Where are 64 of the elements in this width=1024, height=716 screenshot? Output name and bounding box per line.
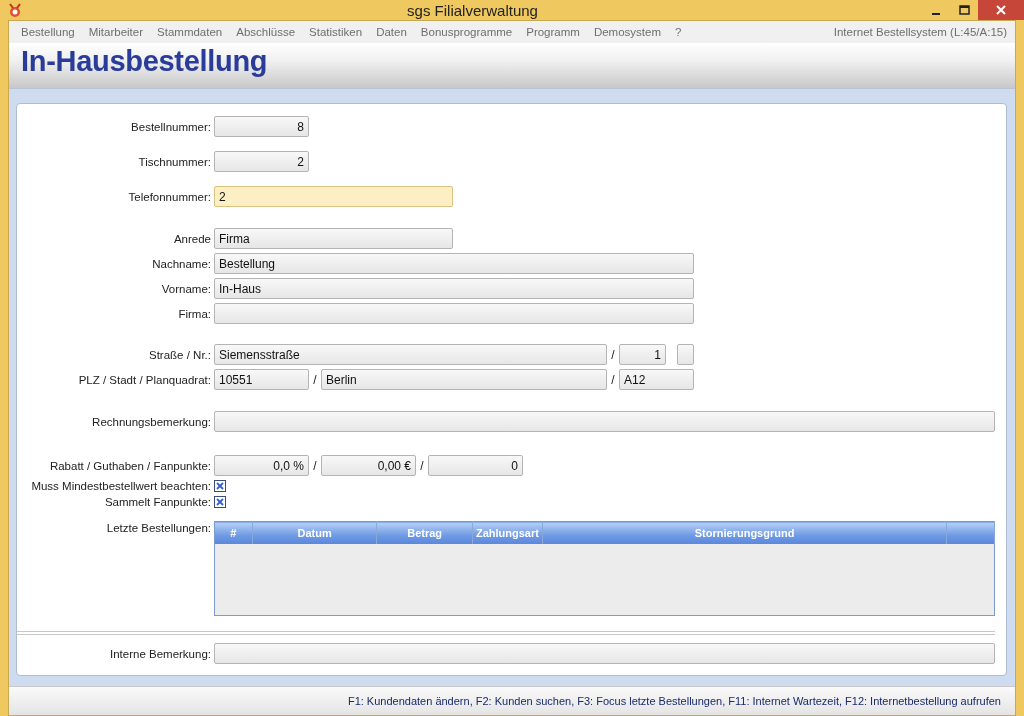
field-label: Rechnungsbemerkung: (91, 415, 211, 428)
input-field[interactable] (677, 344, 694, 365)
separator-slash: / (312, 458, 318, 473)
input-field[interactable]: Bestellung (214, 253, 694, 274)
column-header[interactable]: Stornierungsgrund (542, 521, 947, 544)
menu-item[interactable]: Mitarbeiter (82, 26, 150, 38)
field-label: Bestellnummer: (130, 120, 211, 133)
field-label: Firma: (177, 307, 211, 320)
field-label: PLZ / Stadt / Planquadrat: (77, 373, 211, 386)
field-label: Nachname: (151, 257, 211, 270)
minimize-icon (932, 13, 940, 15)
column-header[interactable]: Datum (252, 521, 377, 544)
system-info: Internet Bestellsystem (L:45/A:15) (833, 26, 1007, 38)
separator-slash: / (419, 458, 425, 473)
menu-item[interactable]: ? (669, 26, 688, 38)
input-field[interactable]: Firma (214, 228, 453, 249)
column-header[interactable]: Zahlungsart (472, 521, 543, 544)
menu-item[interactable]: Programm (520, 26, 586, 38)
input-field[interactable]: 0,0 % (214, 455, 309, 476)
input-field[interactable]: In-Haus (214, 278, 694, 299)
field-label: Muss Mindestbestellwert beachten: (30, 480, 211, 492)
input-field[interactable]: Siemensstraße (214, 344, 607, 365)
input-field[interactable]: 0,00 € (321, 455, 416, 476)
menu-item[interactable]: Daten (370, 26, 413, 38)
field-label: Vorname: (160, 282, 211, 295)
separator-slash: / (610, 347, 616, 362)
status-text: F1: Kundendaten ändern, F2: Kunden suchen, F3: Focus letzte Bestellungen, F11: Internet Wartezeit, F12: Internetbestellung aufrufen (347, 695, 1001, 707)
input-field[interactable]: A12 (619, 369, 694, 390)
menu-item[interactable]: Demosystem (587, 26, 667, 38)
close-icon (996, 5, 1006, 15)
input-field[interactable]: 0 (428, 455, 523, 476)
menu-item[interactable]: Stammdaten (151, 26, 229, 38)
app-logo-icon (7, 2, 23, 18)
separator-slash: / (610, 372, 616, 387)
field-label: Anrede (172, 232, 211, 245)
field-label: Interne Bemerkung: (109, 647, 211, 660)
column-header[interactable]: Betrag (376, 521, 473, 544)
page-title: In-Hausbestellung (21, 44, 268, 79)
column-header[interactable]: # (214, 521, 253, 544)
input-field[interactable] (214, 303, 694, 324)
input-field[interactable] (214, 643, 995, 664)
menu-item[interactable]: Abschlüsse (230, 26, 302, 38)
input-field[interactable]: 1 (619, 344, 666, 365)
field-label: Straße / Nr.: (148, 348, 211, 361)
input-field[interactable]: 10551 (214, 369, 309, 390)
field-label: Tischnummer: (137, 155, 211, 168)
field-label: Rabatt / Guthaben / Fanpunkte: (48, 459, 211, 472)
menu-item[interactable]: Statistiken (303, 26, 369, 38)
close-button[interactable] (978, 0, 1024, 20)
maximize-icon (958, 5, 970, 15)
menu-item[interactable]: Bonusprogramme (414, 26, 519, 38)
window-title: sgs Filialverwaltung (406, 1, 539, 19)
field-label: Letzte Bestellungen: (105, 522, 211, 534)
field-label: Sammelt Fanpunkte: (103, 496, 211, 508)
input-field[interactable]: 8 (214, 116, 309, 137)
field-label: Telefonnummer: (127, 190, 211, 203)
input-field[interactable] (214, 411, 995, 432)
separator-slash: / (312, 372, 318, 387)
checkbox[interactable] (214, 480, 226, 492)
menu-item[interactable]: Bestellung (15, 26, 81, 38)
checkbox[interactable] (214, 496, 226, 508)
input-field[interactable]: 2 (214, 151, 309, 172)
input-field[interactable]: Berlin (321, 369, 607, 390)
input-field[interactable]: 2 (214, 186, 453, 207)
